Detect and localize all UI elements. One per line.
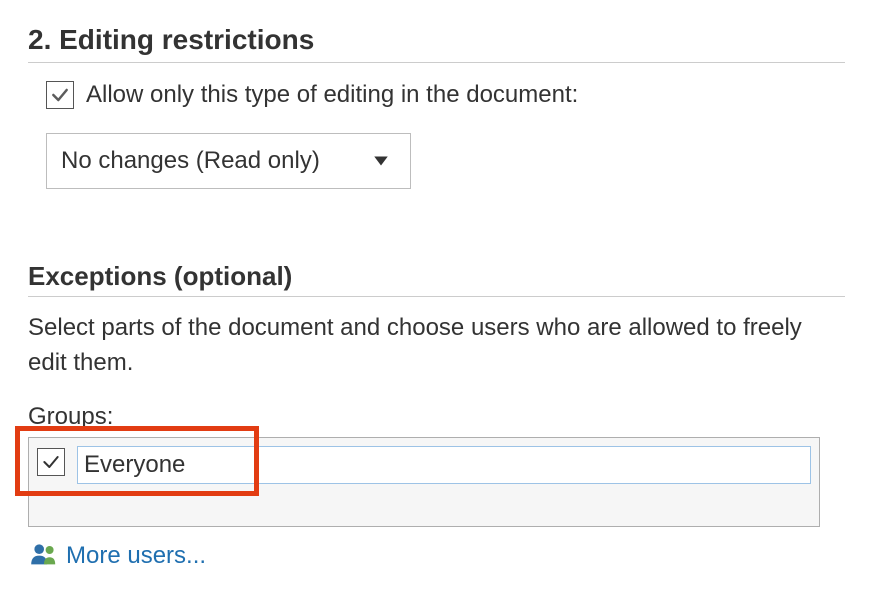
group-item-label: Everyone	[84, 451, 185, 479]
more-users-link[interactable]: More users...	[28, 541, 845, 572]
checkmark-icon	[50, 85, 70, 105]
users-icon	[28, 541, 60, 572]
exceptions-help-text: Select parts of the document and choose …	[28, 311, 808, 381]
editing-type-select[interactable]: No changes (Read only)	[46, 133, 411, 189]
groups-label: Groups:	[28, 403, 845, 431]
group-everyone-checkbox[interactable]	[37, 448, 65, 476]
editing-type-dropdown-button[interactable]	[352, 134, 410, 188]
group-item[interactable]: Everyone	[77, 446, 811, 484]
editing-restrictions-heading: 2. Editing restrictions	[28, 24, 845, 63]
more-users-label: More users...	[66, 542, 206, 570]
editing-type-value: No changes (Read only)	[47, 147, 352, 175]
groups-panel: Everyone	[28, 437, 820, 527]
allow-editing-checkbox[interactable]	[46, 81, 74, 109]
checkmark-icon	[41, 452, 61, 472]
allow-editing-label: Allow only this type of editing in the d…	[86, 81, 578, 109]
exceptions-heading: Exceptions (optional)	[28, 261, 845, 297]
allow-editing-row: Allow only this type of editing in the d…	[46, 81, 845, 109]
chevron-down-icon	[370, 152, 392, 170]
